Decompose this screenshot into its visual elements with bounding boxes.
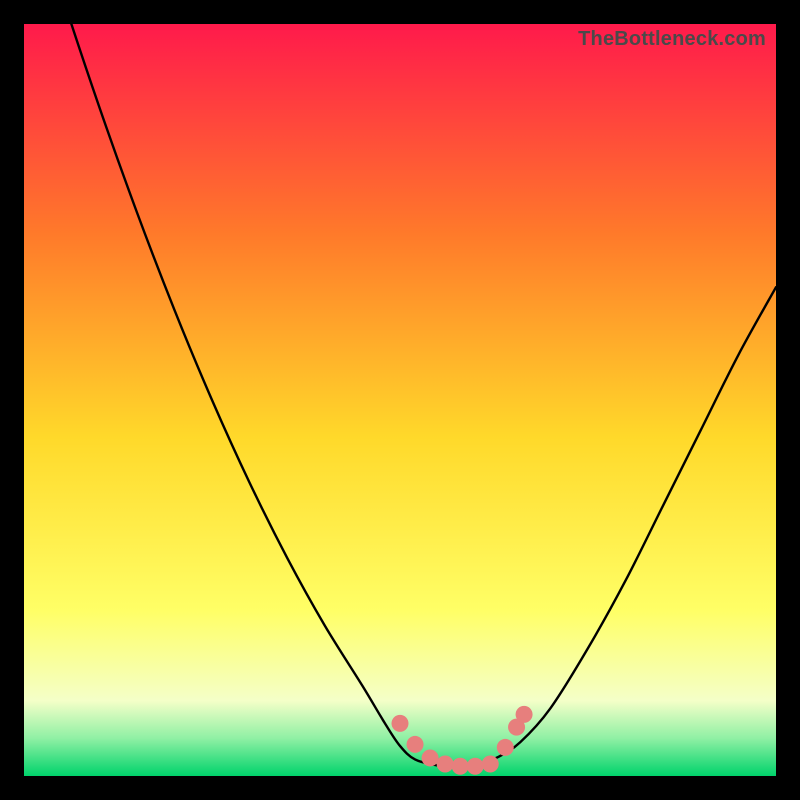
plot-area: TheBottleneck.com bbox=[24, 24, 776, 776]
watermark-text: TheBottleneck.com bbox=[578, 28, 766, 51]
data-marker bbox=[437, 755, 454, 772]
data-marker bbox=[482, 755, 499, 772]
data-marker bbox=[422, 749, 439, 766]
data-marker bbox=[467, 758, 484, 775]
gradient-background bbox=[24, 24, 776, 776]
data-marker bbox=[516, 706, 533, 723]
chart-svg bbox=[24, 24, 776, 776]
data-marker bbox=[497, 739, 514, 756]
data-marker bbox=[392, 715, 409, 732]
data-marker bbox=[407, 736, 424, 753]
chart-frame: TheBottleneck.com bbox=[0, 0, 800, 800]
data-marker bbox=[452, 758, 469, 775]
